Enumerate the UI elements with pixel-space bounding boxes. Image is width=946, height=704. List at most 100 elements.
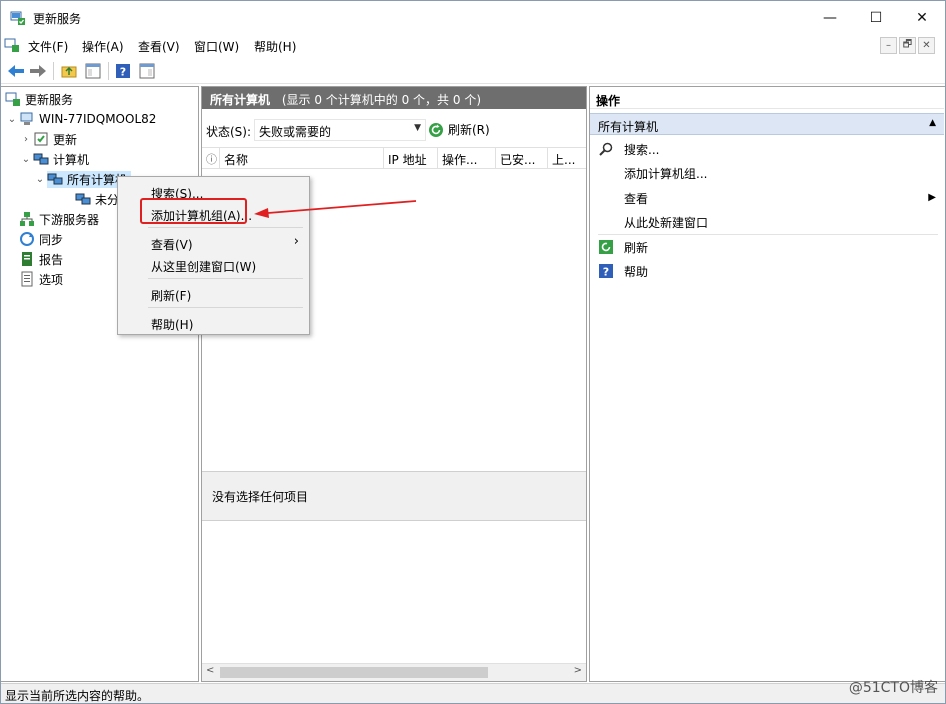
computer-group-icon bbox=[47, 171, 63, 187]
watermark: @51CTO博客 bbox=[848, 680, 938, 696]
column-operating-system[interactable]: 操作... bbox=[438, 148, 496, 168]
actions-pane: 操作 所有计算机 ▲ 搜索... 添加计算机组... 查看 ▶ 从此处新建窗口 … bbox=[589, 86, 945, 682]
tree-item-server[interactable]: ⌄ WIN-77IDQMOOL82 bbox=[5, 109, 197, 129]
column-installed[interactable]: 已安... bbox=[496, 148, 548, 168]
column-header-row: ⓘ 名称 IP 地址 操作... 已安... 上... bbox=[202, 147, 586, 169]
mdi-controls: – 🗗 ✕ bbox=[880, 37, 935, 54]
context-item-label: 查看(V) bbox=[151, 238, 193, 252]
menu-file[interactable]: 文件(F) bbox=[28, 38, 68, 55]
action-label: 查看 bbox=[624, 191, 649, 206]
scroll-right-icon[interactable]: > bbox=[574, 665, 582, 676]
chevron-down-icon[interactable]: ⌄ bbox=[33, 174, 47, 185]
column-last-report[interactable]: 上... bbox=[548, 148, 586, 168]
dropdown-arrow-icon: ▼ bbox=[414, 123, 421, 133]
submenu-arrow-icon: ▶ bbox=[928, 192, 936, 203]
scrollbar-thumb[interactable] bbox=[220, 667, 488, 678]
window-title: 更新服务 bbox=[33, 12, 82, 26]
context-item-view[interactable]: 查看(V) › bbox=[118, 232, 309, 254]
menu-window[interactable]: 窗口(W) bbox=[194, 38, 239, 55]
updates-icon bbox=[33, 131, 49, 147]
action-add-computer-group[interactable]: 添加计算机组... bbox=[590, 161, 944, 185]
status-bar-text: 显示当前所选内容的帮助。 bbox=[5, 689, 150, 703]
status-filter-row: 状态(S): 失败或需要的 ▼ 刷新(R) bbox=[202, 117, 586, 141]
tree-item-updates[interactable]: › 更新 bbox=[5, 129, 197, 149]
mdi-close-button[interactable]: ✕ bbox=[918, 37, 935, 54]
actions-section-header[interactable]: 所有计算机 ▲ bbox=[590, 113, 944, 135]
actions-title: 操作 bbox=[590, 87, 944, 109]
chevron-right-icon[interactable]: › bbox=[19, 134, 33, 145]
tree-item-label: 更新服务 bbox=[25, 92, 74, 107]
results-summary: (显示 0 个计算机中的 0 个，共 0 个) bbox=[281, 93, 481, 107]
results-header: 所有计算机 (显示 0 个计算机中的 0 个，共 0 个) bbox=[202, 87, 586, 109]
annotation-highlight-box bbox=[140, 198, 247, 224]
status-bar: 显示当前所选内容的帮助。 bbox=[1, 683, 945, 703]
tree-item-computers[interactable]: ⌄ 计算机 bbox=[5, 149, 197, 169]
detail-area: 没有选择任何项目 bbox=[202, 471, 586, 521]
context-item-refresh[interactable]: 刷新(F) bbox=[118, 283, 309, 305]
tree-item-label: 计算机 bbox=[53, 152, 90, 167]
column-name[interactable]: 名称 bbox=[220, 148, 384, 168]
show-action-pane-icon[interactable] bbox=[137, 61, 157, 81]
menu-view[interactable]: 查看(V) bbox=[138, 38, 180, 55]
annotation-arrow bbox=[254, 200, 417, 218]
context-item-help[interactable]: 帮助(H) bbox=[118, 312, 309, 334]
no-selection-text: 没有选择任何项目 bbox=[212, 490, 309, 504]
status-select-value: 失败或需要的 bbox=[259, 125, 332, 139]
folder-up-icon[interactable] bbox=[59, 61, 79, 81]
menu-help[interactable]: 帮助(H) bbox=[254, 38, 296, 55]
console-tree-icon[interactable] bbox=[83, 61, 103, 81]
scroll-left-icon[interactable]: < bbox=[206, 665, 214, 676]
results-title: 所有计算机 bbox=[210, 93, 271, 107]
action-label: 刷新 bbox=[624, 240, 649, 255]
submenu-arrow-icon: › bbox=[293, 234, 299, 249]
actions-section-label: 所有计算机 bbox=[598, 120, 659, 134]
action-label: 从此处新建窗口 bbox=[624, 215, 709, 230]
tree-item-label: 选项 bbox=[39, 272, 64, 287]
action-label: 添加计算机组... bbox=[624, 166, 708, 181]
maximize-button[interactable]: ☐ bbox=[853, 1, 899, 34]
mdi-restore-button[interactable]: 🗗 bbox=[899, 37, 916, 54]
action-view[interactable]: 查看 ▶ bbox=[590, 186, 944, 210]
refresh-icon bbox=[428, 122, 444, 138]
collapse-icon[interactable]: ▲ bbox=[929, 118, 936, 128]
horizontal-scrollbar[interactable]: < > bbox=[202, 663, 586, 681]
action-search[interactable]: 搜索... bbox=[590, 137, 944, 161]
forward-arrow-icon[interactable] bbox=[28, 61, 48, 81]
options-icon bbox=[19, 271, 35, 287]
menu-bar: 文件(F) 操作(A) 查看(V) 窗口(W) 帮助(H) – 🗗 ✕ bbox=[1, 34, 945, 58]
status-label: 状态(S): bbox=[206, 125, 252, 139]
svg-text:?: ? bbox=[120, 66, 126, 79]
column-ip-address[interactable]: IP 地址 bbox=[384, 148, 438, 168]
refresh-button[interactable]: 刷新(R) bbox=[428, 121, 490, 138]
tree-item-update-services[interactable]: 更新服务 bbox=[5, 89, 197, 109]
close-button[interactable]: ✕ bbox=[899, 1, 945, 34]
computer-group-icon bbox=[75, 191, 91, 207]
help-icon[interactable]: ? bbox=[113, 61, 133, 81]
action-label: 帮助 bbox=[624, 264, 649, 279]
tree-item-label: 更新 bbox=[53, 132, 78, 147]
help-icon: ? bbox=[598, 263, 614, 279]
menu-action[interactable]: 操作(A) bbox=[82, 38, 124, 55]
column-info-icon[interactable]: ⓘ bbox=[202, 148, 220, 168]
action-label: 搜索... bbox=[624, 142, 660, 157]
computers-icon bbox=[33, 151, 49, 167]
action-help[interactable]: ? 帮助 bbox=[590, 259, 944, 283]
action-refresh[interactable]: 刷新 bbox=[590, 235, 944, 259]
action-new-window[interactable]: 从此处新建窗口 bbox=[590, 210, 944, 234]
svg-text:?: ? bbox=[603, 266, 609, 279]
sync-icon bbox=[19, 231, 35, 247]
back-arrow-icon[interactable] bbox=[6, 61, 26, 81]
report-icon bbox=[19, 251, 35, 267]
status-select[interactable]: 失败或需要的 ▼ bbox=[254, 119, 426, 141]
chevron-down-icon[interactable]: ⌄ bbox=[19, 154, 33, 165]
context-item-new-window[interactable]: 从这里创建窗口(W) bbox=[118, 254, 309, 276]
console-icon[interactable] bbox=[4, 37, 20, 53]
server-icon bbox=[19, 111, 35, 127]
refresh-label: 刷新(R) bbox=[448, 123, 490, 137]
refresh-icon bbox=[598, 239, 614, 255]
tree-item-label: 报告 bbox=[39, 252, 64, 267]
tree-item-label: 同步 bbox=[39, 232, 64, 247]
mdi-minimize-button[interactable]: – bbox=[880, 37, 897, 54]
chevron-down-icon[interactable]: ⌄ bbox=[5, 114, 19, 125]
minimize-button[interactable]: — bbox=[807, 1, 853, 34]
